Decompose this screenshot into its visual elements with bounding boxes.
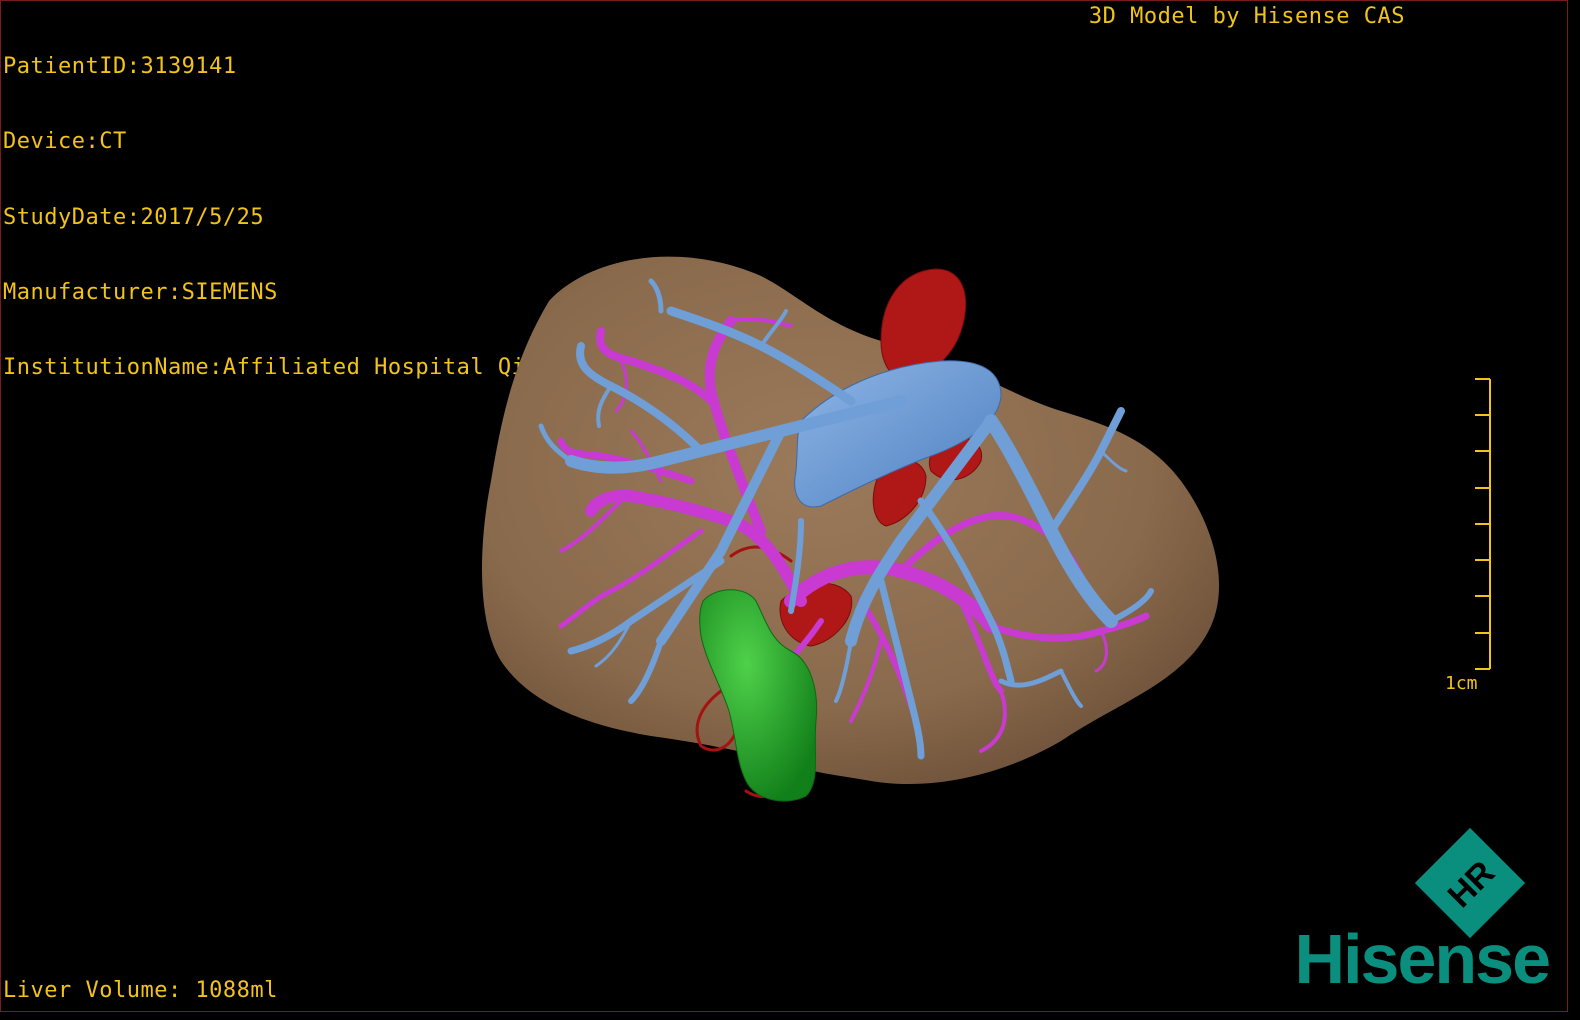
- 3d-viewport[interactable]: PatientID:3139141 Device:CT StudyDate:20…: [0, 0, 1568, 1012]
- hisense-logo: Hisense: [1294, 920, 1551, 998]
- liver-volume-text: Liver Volume: 1088ml: [3, 978, 278, 1003]
- liver-3d-model[interactable]: HR: [1, 1, 1567, 1011]
- scale-label: 1cm: [1445, 673, 1478, 694]
- liver-surface[interactable]: [481, 256, 1220, 785]
- scale-bar: [1475, 378, 1491, 670]
